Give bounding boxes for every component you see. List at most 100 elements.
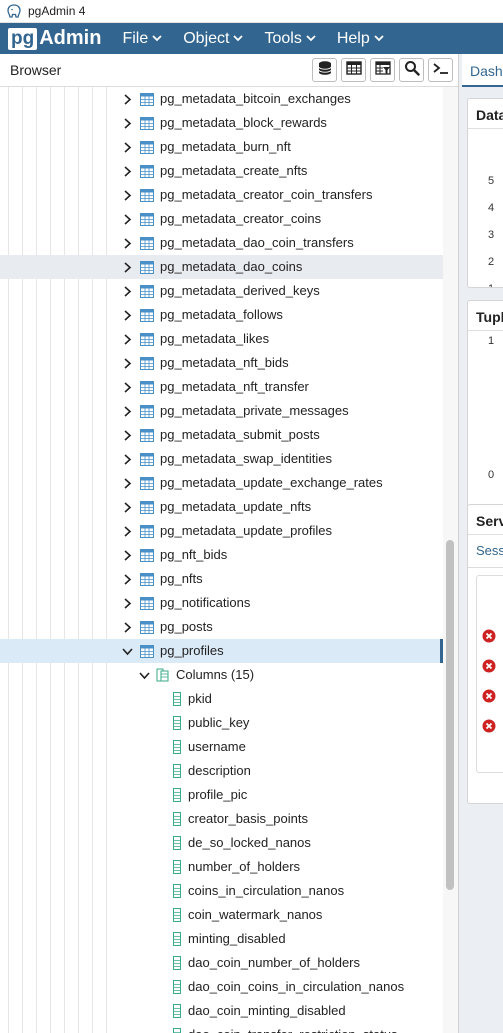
tree-item-column[interactable]: description xyxy=(0,759,443,783)
tab-sessions[interactable]: Sess xyxy=(476,543,503,558)
tree-item-table[interactable]: pg_metadata_likes xyxy=(0,327,443,351)
chevron-down-icon[interactable] xyxy=(138,669,150,681)
tree-item-column[interactable]: coins_in_circulation_nanos xyxy=(0,879,443,903)
chevron-right-icon[interactable] xyxy=(121,525,133,537)
chevron-right-icon[interactable] xyxy=(121,621,133,633)
tree-item-column[interactable]: dao_coin_number_of_holders xyxy=(0,951,443,975)
menu-file[interactable]: File xyxy=(122,30,162,48)
chevron-right-icon[interactable] xyxy=(121,381,133,393)
chevron-right-icon[interactable] xyxy=(121,477,133,489)
tree-item-column[interactable]: dao_coin_coins_in_circulation_nanos xyxy=(0,975,443,999)
database-sessions-chart: Data 5 4 3 2 1 0 xyxy=(467,98,503,288)
terminate-session-icon[interactable] xyxy=(482,659,496,673)
chevron-right-icon[interactable] xyxy=(121,189,133,201)
tree-item-table[interactable]: pg_metadata_dao_coin_transfers xyxy=(0,231,443,255)
tree-item-table[interactable]: pg_metadata_create_nfts xyxy=(0,159,443,183)
table-icon xyxy=(140,572,154,586)
tree-item-table[interactable]: pg_metadata_dao_coins xyxy=(0,255,443,279)
tree-item-table[interactable]: pg_nft_bids xyxy=(0,543,443,567)
view-data-button[interactable] xyxy=(341,58,366,82)
tree-item-column[interactable]: minting_disabled xyxy=(0,927,443,951)
terminate-session-icon[interactable] xyxy=(482,629,496,643)
chevron-right-icon[interactable] xyxy=(121,357,133,369)
tree-item-table[interactable]: pg_metadata_follows xyxy=(0,303,443,327)
tree-item-column[interactable]: dao_coin_minting_disabled xyxy=(0,999,443,1023)
tree-item-label: pg_profiles xyxy=(160,643,224,658)
chevron-right-icon[interactable] xyxy=(121,405,133,417)
tree-item-label: pg_metadata_creator_coin_transfers xyxy=(160,187,373,202)
tree-item-table[interactable]: pg_metadata_private_messages xyxy=(0,399,443,423)
chevron-down-icon[interactable] xyxy=(121,645,133,657)
chevron-right-icon[interactable] xyxy=(121,333,133,345)
tree-item-table[interactable]: pg_metadata_bitcoin_exchanges xyxy=(0,87,443,111)
chevron-right-icon[interactable] xyxy=(121,261,133,273)
query-tool-button[interactable] xyxy=(312,58,337,82)
tree-item-table[interactable]: pg_nfts xyxy=(0,567,443,591)
tree-item-table[interactable]: pg_metadata_submit_posts xyxy=(0,423,443,447)
column-icon xyxy=(170,836,184,850)
tree-item-column[interactable]: creator_basis_points xyxy=(0,807,443,831)
tree-item-label: de_so_locked_nanos xyxy=(188,835,311,850)
tree-item-table[interactable]: pg_metadata_creator_coin_transfers xyxy=(0,183,443,207)
logo-pg: pg xyxy=(8,27,38,50)
tree-item-table[interactable]: pg_metadata_update_profiles xyxy=(0,519,443,543)
chevron-right-icon[interactable] xyxy=(121,141,133,153)
tree-item-label: pg_metadata_dao_coin_transfers xyxy=(160,235,354,250)
tree-item-column[interactable]: pkid xyxy=(0,687,443,711)
menu-help[interactable]: Help xyxy=(337,30,384,48)
tree-item-table[interactable]: pg_posts xyxy=(0,615,443,639)
chevron-right-icon[interactable] xyxy=(121,597,133,609)
search-objects-button[interactable] xyxy=(399,58,424,82)
tree-item-column[interactable]: public_key xyxy=(0,711,443,735)
tree-item-table[interactable]: pg_metadata_update_nfts xyxy=(0,495,443,519)
terminate-session-icon[interactable] xyxy=(482,719,496,733)
chevron-right-icon[interactable] xyxy=(121,117,133,129)
chevron-right-icon[interactable] xyxy=(121,501,133,513)
chevron-right-icon[interactable] xyxy=(121,429,133,441)
dashboard-panel: Dashb Data 5 4 3 2 1 0 Tuple 1 0 Serv Se… xyxy=(458,54,503,1033)
table-icon xyxy=(140,404,154,418)
tree-item-table[interactable]: pg_metadata_creator_coins xyxy=(0,207,443,231)
chevron-right-icon[interactable] xyxy=(121,285,133,297)
tree-item-label: username xyxy=(188,739,246,754)
chevron-right-icon[interactable] xyxy=(121,213,133,225)
tree-item-column[interactable]: dao_coin_transfer_restriction_status xyxy=(0,1023,443,1033)
tree-item-table[interactable]: pg_metadata_swap_identities xyxy=(0,447,443,471)
tree-item-table[interactable]: pg_notifications xyxy=(0,591,443,615)
chevron-right-icon[interactable] xyxy=(121,309,133,321)
chevron-right-icon[interactable] xyxy=(121,549,133,561)
column-icon xyxy=(170,932,184,946)
psql-terminal-icon xyxy=(432,61,450,80)
tree-item-table[interactable]: pg_metadata_update_exchange_rates xyxy=(0,471,443,495)
tab-dashboard[interactable]: Dashb xyxy=(462,54,503,87)
tree-item-columns[interactable]: Columns (15) xyxy=(0,663,443,687)
tree-item-column[interactable]: coin_watermark_nanos xyxy=(0,903,443,927)
table-icon xyxy=(140,116,154,130)
tree-item-column[interactable]: number_of_holders xyxy=(0,855,443,879)
tree-item-column[interactable]: username xyxy=(0,735,443,759)
tree-item-table[interactable]: pg_metadata_nft_bids xyxy=(0,351,443,375)
chevron-right-icon[interactable] xyxy=(121,93,133,105)
tree-item-column[interactable]: profile_pic xyxy=(0,783,443,807)
tree-item-table[interactable]: pg_metadata_block_rewards xyxy=(0,111,443,135)
tree-scrollbar-thumb[interactable] xyxy=(446,540,454,890)
filtered-rows-button[interactable] xyxy=(370,58,395,82)
chevron-right-icon[interactable] xyxy=(121,165,133,177)
menu-tools[interactable]: Tools xyxy=(264,30,316,48)
table-icon xyxy=(140,524,154,538)
tick-label: 5 xyxy=(488,175,495,187)
search-icon xyxy=(404,60,420,81)
column-icon xyxy=(170,1004,184,1018)
tree-item-column[interactable]: de_so_locked_nanos xyxy=(0,831,443,855)
chevron-right-icon[interactable] xyxy=(121,237,133,249)
tree-item-table[interactable]: pg_profiles xyxy=(0,639,443,663)
tree-item-table[interactable]: pg_metadata_burn_nft xyxy=(0,135,443,159)
terminate-session-icon[interactable] xyxy=(482,689,496,703)
table-icon xyxy=(140,452,154,466)
chevron-right-icon[interactable] xyxy=(121,453,133,465)
tree-item-table[interactable]: pg_metadata_derived_keys xyxy=(0,279,443,303)
menu-object[interactable]: Object xyxy=(183,30,244,48)
chevron-right-icon[interactable] xyxy=(121,573,133,585)
psql-tool-button[interactable] xyxy=(428,58,453,82)
tree-item-table[interactable]: pg_metadata_nft_transfer xyxy=(0,375,443,399)
